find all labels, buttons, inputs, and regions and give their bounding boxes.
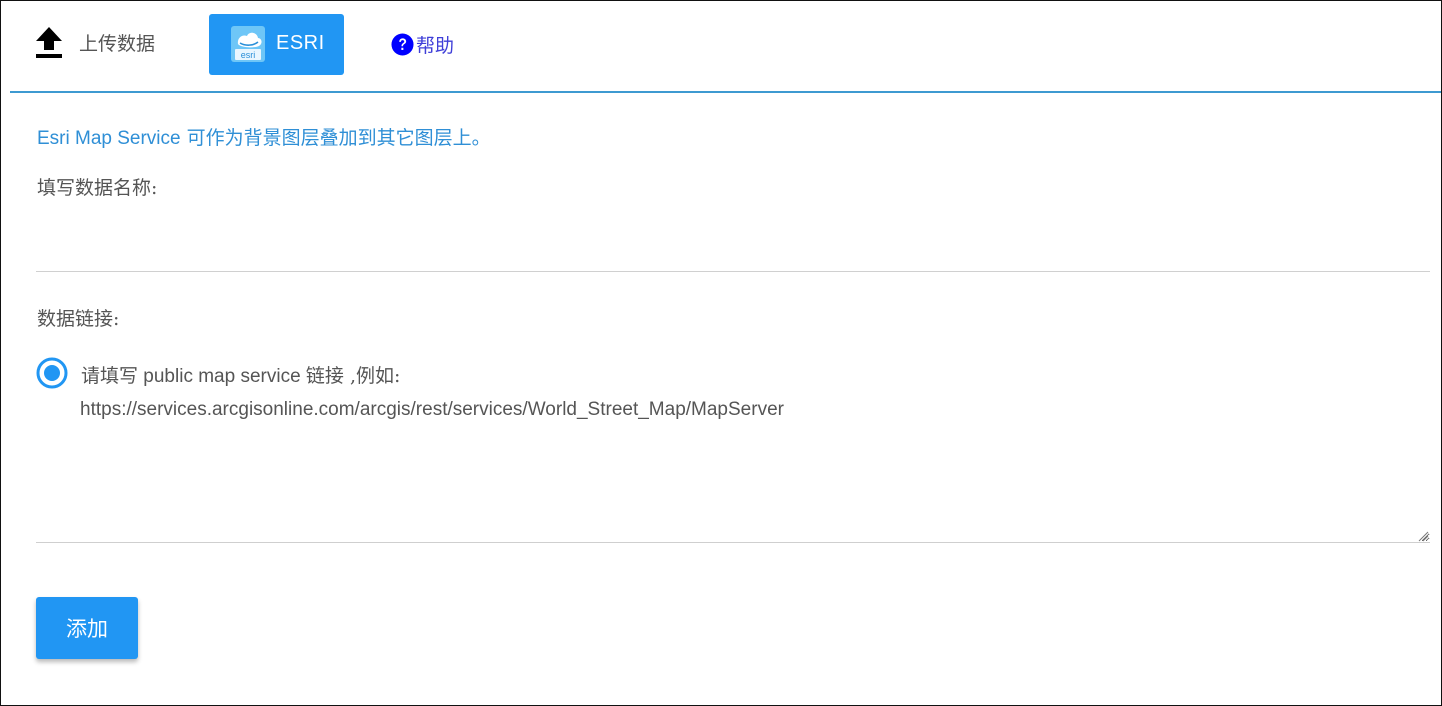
radio-hint-service: public map service xyxy=(138,366,306,387)
name-field-label: 填写数据名称: xyxy=(37,177,158,199)
radio-hint-suffix: 链接 ,例如: xyxy=(305,365,401,387)
radio-hint: 请填写 public map service 链接 ,例如: xyxy=(81,361,400,388)
tab-bar: 上传数据 esri ESRI 帮助 xyxy=(1,1,1441,93)
tab-upload-data[interactable]: 上传数据 xyxy=(35,25,155,59)
intro-text: Esri Map Service 可作为背景图层叠加到其它图层上。 xyxy=(37,123,491,150)
link-field-label: 数据链接: xyxy=(37,308,120,330)
tab-help-label: 帮助 xyxy=(416,34,455,57)
tab-help[interactable]: 帮助 xyxy=(391,31,454,57)
help-circle-icon xyxy=(391,32,414,56)
tab-esri-label: ESRI xyxy=(276,32,325,54)
resize-grip-icon[interactable] xyxy=(1418,531,1429,542)
data-name-input[interactable] xyxy=(36,206,1430,272)
tab-upload-label: 上传数据 xyxy=(79,32,156,55)
esri-data-dialog: 上传数据 esri ESRI 帮助 Esri Map Service 可作为背景… xyxy=(0,0,1442,706)
tab-divider xyxy=(10,91,1441,93)
intro-service-name: Esri Map Service xyxy=(37,128,181,149)
add-button[interactable]: 添加 xyxy=(36,597,138,659)
radio-public-service-selected[interactable] xyxy=(36,357,68,389)
service-url-textarea[interactable]: https://services.arcgisonline.com/arcgis… xyxy=(36,395,1430,543)
tab-esri[interactable]: esri ESRI xyxy=(209,14,344,75)
upload-icon xyxy=(36,27,62,58)
intro-description: 可作为背景图层叠加到其它图层上。 xyxy=(180,127,491,149)
esri-logo-icon: esri xyxy=(231,26,265,62)
svg-text:esri: esri xyxy=(241,50,256,60)
radio-hint-prefix: 请填写 xyxy=(81,365,139,387)
